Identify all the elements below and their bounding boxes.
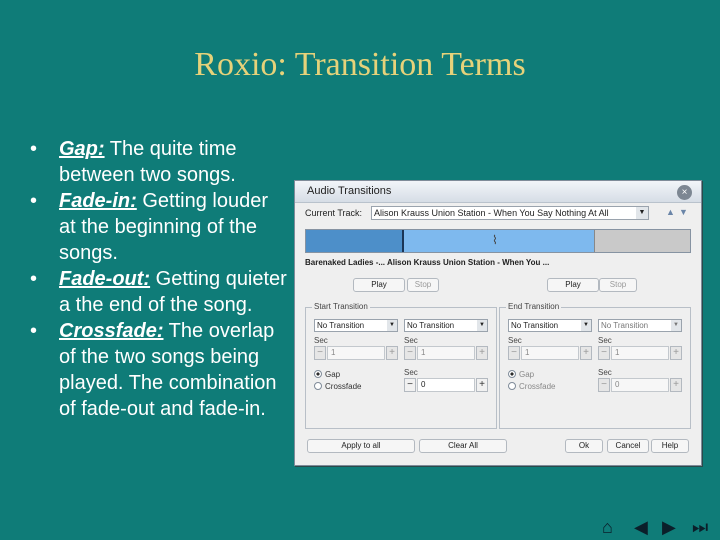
slide-navigation: ⌂ ◀ ▶ ⏭ <box>600 516 718 538</box>
bullet-crossfade: • Crossfade: The overlap of the two songs… <box>30 320 277 420</box>
start-sec-label-2: Sec <box>404 336 418 345</box>
end-sec-label-1: Sec <box>508 336 522 345</box>
start-left-combo[interactable]: No Transition ▼ <box>314 319 398 332</box>
term-fade-out: Fade-out: <box>59 268 151 290</box>
end-right-combo[interactable]: No Transition ▼ <box>598 319 682 332</box>
transition-timeline[interactable]: ⌇ <box>305 229 691 253</box>
bullet-gap: • Gap: The quite time between two songs. <box>30 138 237 186</box>
end-left-combo-value: No Transition <box>511 321 559 330</box>
timeline-segment-current <box>402 230 594 252</box>
minus-icon[interactable]: − <box>598 346 610 360</box>
dialog-title: Audio Transitions <box>307 185 392 197</box>
dialog-titlebar: Audio Transitions × <box>295 181 701 203</box>
left-stop-button[interactable]: Stop <box>407 278 439 292</box>
radio-icon <box>314 382 322 390</box>
chevron-down-icon: ▼ <box>581 320 591 331</box>
end-radio-crossfade-label: Crossfade <box>519 382 556 391</box>
bullet-list: • Gap: The quite time between two songs. … <box>30 136 290 422</box>
left-play-button[interactable]: Play <box>353 278 405 292</box>
timeline-track-names: Barenaked Ladies -... Alison Krauss Unio… <box>305 258 550 267</box>
bullet-fade-out: • Fade-out: Getting quieter a the end of … <box>30 268 287 316</box>
current-track-value: Alison Krauss Union Station - When You S… <box>374 208 609 218</box>
start-transition-legend: Start Transition <box>312 302 370 311</box>
chevron-down-icon: ▼ <box>671 320 681 331</box>
bullet-fade-in: • Fade-in: Getting louder at the beginnin… <box>30 190 268 264</box>
cancel-button[interactable]: Cancel <box>607 439 649 453</box>
start-sec-value-1[interactable]: 1 <box>327 346 385 360</box>
end-sec-value-3[interactable]: 0 <box>611 378 669 392</box>
apply-to-all-button[interactable]: Apply to all <box>307 439 415 453</box>
end-sec-value-1[interactable]: 1 <box>521 346 579 360</box>
start-radio-crossfade-label: Crossfade <box>325 382 362 391</box>
end-sec-stepper-3[interactable]: − 0 + <box>598 378 682 392</box>
current-track-label: Current Track: <box>305 208 363 218</box>
end-radio-gap[interactable]: Gap <box>508 370 534 379</box>
start-radio-gap-label: Gap <box>325 370 341 379</box>
minus-icon[interactable]: − <box>404 346 416 360</box>
clear-all-button[interactable]: Clear All <box>419 439 507 453</box>
end-sec-label-3: Sec <box>598 368 612 377</box>
track-down-icon[interactable]: ▼ <box>679 207 688 217</box>
minus-icon[interactable]: − <box>314 346 326 360</box>
timeline-segment-next <box>594 230 690 252</box>
radio-icon <box>508 382 516 390</box>
end-sec-stepper-1[interactable]: − 1 + <box>508 346 592 360</box>
next-icon[interactable]: ▶ <box>662 516 676 538</box>
radio-icon <box>314 370 322 378</box>
home-icon[interactable]: ⌂ <box>602 516 613 538</box>
start-transition-group: Start Transition No Transition ▼ No Trans… <box>305 302 497 429</box>
right-stop-button[interactable]: Stop <box>599 278 637 292</box>
end-right-combo-value: No Transition <box>601 321 649 330</box>
plus-icon[interactable]: + <box>476 346 488 360</box>
start-sec-label-3: Sec <box>404 368 418 377</box>
plus-icon[interactable]: + <box>580 346 592 360</box>
end-icon[interactable]: ⏭ <box>692 516 708 538</box>
right-play-button[interactable]: Play <box>547 278 599 292</box>
start-right-combo-value: No Transition <box>407 321 455 330</box>
start-radio-gap[interactable]: Gap <box>314 370 340 379</box>
minus-icon[interactable]: − <box>508 346 520 360</box>
start-sec-value-2[interactable]: 1 <box>417 346 475 360</box>
end-transition-legend: End Transition <box>506 302 562 311</box>
start-right-combo[interactable]: No Transition ▼ <box>404 319 488 332</box>
end-radio-gap-label: Gap <box>519 370 535 379</box>
timeline-segment-previous <box>306 230 402 252</box>
track-up-icon[interactable]: ▲ <box>666 207 675 217</box>
chevron-down-icon: ▼ <box>387 320 397 331</box>
end-transition-group: End Transition No Transition ▼ No Transit… <box>499 302 691 429</box>
start-sec-value-3[interactable]: 0 <box>417 378 475 392</box>
minus-icon[interactable]: − <box>598 378 610 392</box>
transition-marker-icon: ⌇ <box>492 233 498 247</box>
end-radio-crossfade[interactable]: Crossfade <box>508 382 555 391</box>
end-left-combo[interactable]: No Transition ▼ <box>508 319 592 332</box>
plus-icon[interactable]: + <box>670 378 682 392</box>
term-gap: Gap: <box>59 138 105 160</box>
start-radio-crossfade[interactable]: Crossfade <box>314 382 361 391</box>
chevron-down-icon: ▼ <box>477 320 487 331</box>
chevron-down-icon: ▼ <box>636 207 648 219</box>
plus-icon[interactable]: + <box>476 378 488 392</box>
current-track-select[interactable]: Alison Krauss Union Station - When You S… <box>371 206 649 220</box>
slide-title: Roxio: Transition Terms <box>194 46 526 83</box>
close-icon[interactable]: × <box>677 185 692 200</box>
plus-icon[interactable]: + <box>386 346 398 360</box>
previous-icon[interactable]: ◀ <box>634 516 648 538</box>
end-sec-value-2[interactable]: 1 <box>611 346 669 360</box>
start-sec-stepper-2[interactable]: − 1 + <box>404 346 488 360</box>
plus-icon[interactable]: + <box>670 346 682 360</box>
end-sec-stepper-2[interactable]: − 1 + <box>598 346 682 360</box>
start-sec-label-1: Sec <box>314 336 328 345</box>
term-fade-in: Fade-in: <box>59 190 137 212</box>
start-sec-stepper-1[interactable]: − 1 + <box>314 346 398 360</box>
minus-icon[interactable]: − <box>404 378 416 392</box>
end-sec-label-2: Sec <box>598 336 612 345</box>
ok-button[interactable]: Ok <box>565 439 603 453</box>
audio-transitions-dialog: Audio Transitions × Current Track: Aliso… <box>294 180 702 466</box>
start-left-combo-value: No Transition <box>317 321 365 330</box>
start-sec-stepper-3[interactable]: − 0 + <box>404 378 488 392</box>
help-button[interactable]: Help <box>651 439 689 453</box>
radio-icon <box>508 370 516 378</box>
term-crossfade: Crossfade: <box>59 320 164 342</box>
